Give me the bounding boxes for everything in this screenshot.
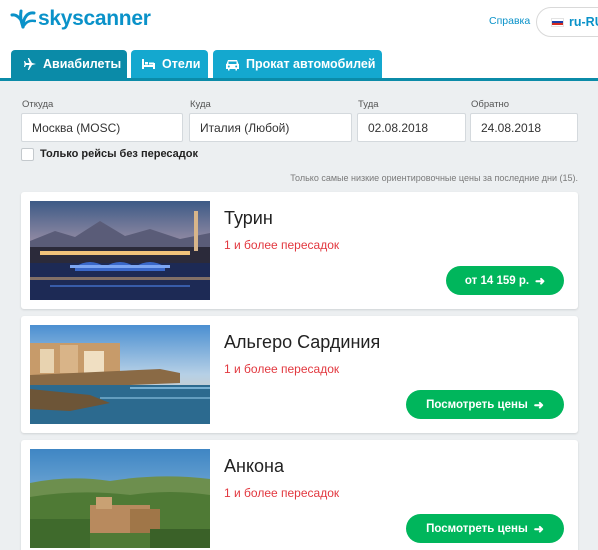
search-panel: Откуда Москва (MOSC) Куда Италия (Любой)… <box>0 78 598 550</box>
return-label: Обратно <box>471 99 510 110</box>
arrow-right-icon: ➜ <box>533 521 544 536</box>
tab-hotels-label: Отели <box>162 57 201 71</box>
airplane-icon <box>24 58 36 70</box>
from-input[interactable]: Москва (MOSC) <box>21 113 183 142</box>
view-prices-button[interactable]: Посмотреть цены ➜ <box>406 514 564 543</box>
arrow-right-icon: ➜ <box>535 273 546 288</box>
skyscanner-logo[interactable]: skyscanner <box>10 7 151 31</box>
turin-photo <box>30 201 210 300</box>
from-label: Откуда <box>22 99 54 110</box>
destination-card-ancona[interactable]: Анкона 1 и более пересадок Посмотреть це… <box>21 440 578 550</box>
view-prices-label: Посмотреть цены <box>426 522 528 535</box>
destination-card-alghero[interactable]: Альгеро Сардиния 1 и более пересадок Пос… <box>21 316 578 433</box>
language-label: ru-RU <box>569 15 598 29</box>
price-button[interactable]: от 14 159 р. ➜ <box>446 266 564 295</box>
tab-cars[interactable]: Прокат автомобилей <box>213 50 382 78</box>
view-prices-button[interactable]: Посмотреть цены ➜ <box>406 390 564 419</box>
ancona-photo <box>30 449 210 548</box>
destination-title: Альгеро Сардиния <box>224 332 381 352</box>
destination-title: Анкона <box>224 456 284 476</box>
destination-stops: 1 и более пересадок <box>224 486 340 500</box>
bed-icon <box>142 59 155 69</box>
alghero-photo <box>30 325 210 424</box>
destination-stops: 1 и более пересадок <box>224 238 340 252</box>
to-label: Куда <box>190 99 211 110</box>
car-icon <box>226 59 239 70</box>
direct-flights-checkbox[interactable] <box>21 148 34 161</box>
help-link[interactable]: Справка <box>489 15 530 27</box>
logo-text: skyscanner <box>38 7 151 30</box>
header: skyscanner Справка ru-RU <box>0 0 598 48</box>
return-date-input[interactable]: 24.08.2018 <box>470 113 578 142</box>
tab-hotels[interactable]: Отели <box>131 50 208 78</box>
direct-flights-label[interactable]: Только рейсы без пересадок <box>40 148 198 160</box>
price-button-label: от 14 159 р. <box>464 274 530 287</box>
destination-card-turin[interactable]: Турин 1 и более пересадок от 14 159 р. ➜ <box>21 192 578 309</box>
tab-flights-label: Авиабилеты <box>43 57 122 71</box>
language-selector[interactable]: ru-RU <box>536 7 598 37</box>
tab-flights[interactable]: Авиабилеты <box>11 50 127 78</box>
tab-cars-label: Прокат автомобилей <box>246 57 376 71</box>
price-note: Только самые низкие ориентировочные цены… <box>290 173 578 183</box>
view-prices-label: Посмотреть цены <box>426 398 528 411</box>
arrow-right-icon: ➜ <box>533 397 544 412</box>
destination-title: Турин <box>224 208 273 228</box>
to-input[interactable]: Италия (Любой) <box>189 113 352 142</box>
skyscanner-sunrise-icon <box>10 9 36 29</box>
depart-date-input[interactable]: 02.08.2018 <box>357 113 466 142</box>
destination-stops: 1 и более пересадок <box>224 362 340 376</box>
russia-flag-icon <box>551 17 564 27</box>
depart-label: Туда <box>358 99 379 110</box>
